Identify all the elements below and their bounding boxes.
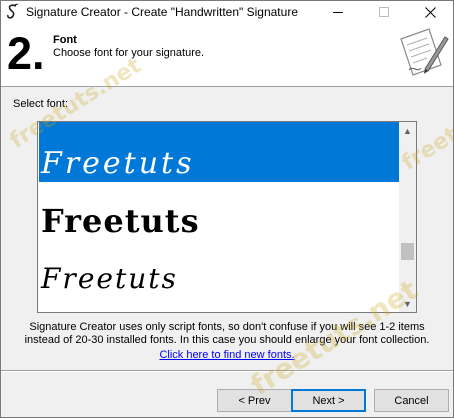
- minimize-icon: [333, 11, 343, 13]
- maximize-button[interactable]: [361, 1, 407, 23]
- info-line-2: instead of 20-30 installed fonts. In thi…: [24, 334, 430, 346]
- cancel-button[interactable]: Cancel: [374, 389, 449, 412]
- close-icon: [424, 6, 436, 18]
- font-listbox[interactable]: Freetuts Freetuts Freetuts ▲ ▼: [37, 121, 417, 313]
- select-font-label: Select font:: [13, 98, 69, 110]
- wizard-header: 2. Font Choose font for your signature.: [1, 23, 453, 87]
- step-number: 2.: [7, 28, 45, 79]
- scroll-up-arrow-icon[interactable]: ▲: [399, 122, 416, 139]
- prev-button[interactable]: < Prev: [217, 389, 292, 412]
- font-list-item[interactable]: Freetuts: [39, 190, 399, 252]
- window-title: Signature Creator - Create "Handwritten"…: [26, 5, 298, 19]
- step-title: Font: [53, 34, 77, 46]
- footer-divider: [1, 370, 453, 372]
- font-list-scrollbar[interactable]: ▲ ▼: [399, 122, 416, 312]
- title-bar[interactable]: Signature Creator - Create "Handwritten"…: [1, 1, 453, 23]
- info-line-1: Signature Creator uses only script fonts…: [29, 321, 425, 333]
- script-s-icon: [7, 3, 19, 19]
- scrollbar-thumb[interactable]: [401, 243, 414, 260]
- font-sample: Freetuts: [41, 146, 195, 181]
- pen-signature-icon: [400, 28, 449, 76]
- maximize-icon: [379, 7, 389, 17]
- close-button[interactable]: [407, 1, 453, 23]
- signature-creator-window: Signature Creator - Create "Handwritten"…: [0, 0, 454, 418]
- font-list-item[interactable]: Freetuts: [39, 122, 399, 182]
- font-sample: Freetuts: [41, 262, 178, 295]
- find-fonts-link[interactable]: Click here to find new fonts.: [1, 349, 453, 361]
- minimize-button[interactable]: [315, 1, 361, 23]
- scroll-down-arrow-icon[interactable]: ▼: [399, 295, 416, 312]
- info-text: Signature Creator uses only script fonts…: [1, 321, 453, 347]
- font-list-item[interactable]: Freetuts: [39, 256, 399, 312]
- step-subtitle: Choose font for your signature.: [53, 47, 205, 59]
- font-sample: Freetuts: [41, 202, 200, 240]
- next-button[interactable]: Next >: [291, 389, 366, 412]
